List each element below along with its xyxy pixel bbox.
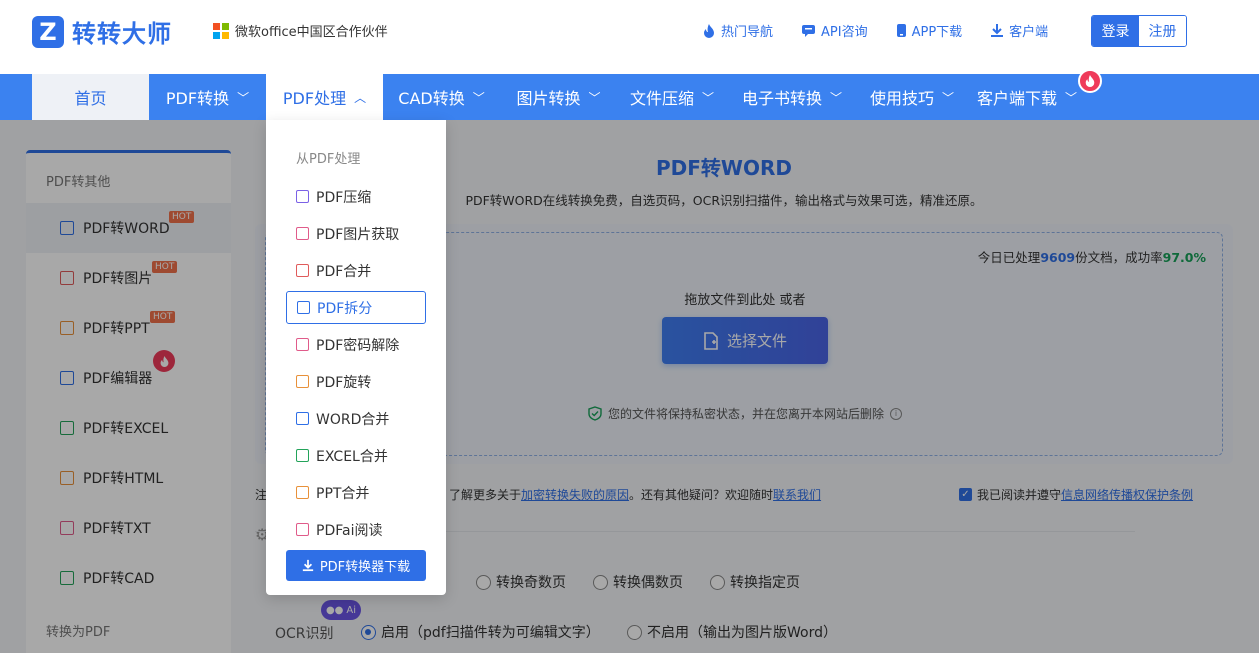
dropdown-item-pdf-unlock[interactable]: PDF密码解除 (286, 328, 426, 361)
dropdown-item-pdf-ai-read[interactable]: PDFai阅读 (286, 513, 426, 546)
download-icon (302, 559, 313, 572)
nav-item-client-download[interactable]: 客户端下载 ﹀ (967, 74, 1087, 120)
login-button[interactable]: 登录 (1092, 16, 1139, 46)
rotate-icon (296, 375, 309, 388)
hot-fire-icon (1078, 69, 1102, 93)
dropdown-item-label: PDF压缩 (316, 189, 372, 206)
dropdown-item-pdf-image-extract[interactable]: PDF图片获取 (286, 217, 426, 250)
ppt-merge-icon (296, 486, 309, 499)
nav-label: 文件压缩 (629, 89, 694, 108)
dropdown-item-label: PDF拆分 (317, 300, 373, 317)
chevron-down-icon: ﹀ (237, 90, 250, 105)
site-header: Z 转转大师 微软office中国区合作伙伴 热门导航 API咨询 APP下载 … (0, 0, 1259, 74)
nav-item-compress[interactable]: 文件压缩 ﹀ (617, 74, 727, 120)
toplink-app[interactable]: APP下载 (896, 21, 963, 40)
dropdown-heading: 从PDF处理 (296, 152, 361, 167)
chevron-up-icon: ︿ (354, 90, 367, 105)
toplink-api[interactable]: API咨询 (801, 21, 868, 40)
chat-icon (802, 24, 816, 37)
nav-item-pdf-convert[interactable]: PDF转换 ﹀ (149, 74, 266, 120)
dropdown-item-label: PDF合并 (316, 263, 372, 280)
converter-download-button[interactable]: PDF转换器下载 (286, 550, 426, 581)
dropdown-item-pdf-split[interactable]: PDF拆分 (286, 291, 426, 324)
auth-buttons: 登录 注册 (1091, 15, 1187, 47)
microsoft-logo-icon (213, 22, 229, 39)
excel-merge-icon (296, 449, 309, 462)
pdf-process-dropdown: 从PDF处理 PDF压缩 PDF图片获取 PDF合并 PDF拆分 PDF密码解除… (266, 120, 446, 595)
chevron-down-icon: ﹀ (942, 90, 955, 105)
dropdown-item-label: PDF图片获取 (316, 226, 400, 243)
dropdown-item-label: PDF旋转 (316, 374, 372, 391)
compress-icon (296, 190, 309, 203)
chevron-down-icon: ﹀ (1065, 90, 1078, 105)
image-icon (296, 227, 309, 240)
unlock-icon (296, 338, 309, 351)
toplink-label: 热门导航 (721, 25, 774, 40)
nav-label: 电子书转换 (741, 89, 822, 108)
toplink-label: APP下载 (911, 25, 963, 40)
nav-item-cad-convert[interactable]: CAD转换 ﹀ (383, 74, 500, 120)
modal-backdrop[interactable] (0, 120, 1259, 653)
nav-item-tips[interactable]: 使用技巧 ﹀ (857, 74, 967, 120)
nav-label: 图片转换 (516, 89, 581, 108)
nav-label: PDF转换 (165, 89, 230, 108)
dropdown-item-pdf-merge[interactable]: PDF合并 (286, 254, 426, 287)
site-logo[interactable]: Z 转转大师 (32, 14, 172, 49)
dropdown-item-label: PPT合并 (316, 485, 370, 502)
nav-item-ebook[interactable]: 电子书转换 ﹀ (727, 74, 857, 120)
nav-label: CAD转换 (398, 89, 465, 108)
nav-item-pdf-process[interactable]: PDF处理 ︿ (266, 74, 383, 120)
nav-label: PDF处理 (282, 89, 347, 108)
dropdown-item-label: WORD合并 (316, 411, 390, 428)
download-label: PDF转换器下载 (319, 560, 411, 575)
merge-icon (296, 264, 309, 277)
nav-item-home[interactable]: 首页 (32, 74, 149, 120)
fire-icon (704, 23, 714, 38)
phone-icon (896, 24, 906, 37)
toplink-label: 客户端 (1009, 25, 1049, 40)
main-nav: 首页 PDF转换 ﹀ PDF处理 ︿ CAD转换 ﹀ 图片转换 ﹀ 文件压缩 ﹀ 电子书转… (0, 74, 1259, 120)
ai-read-icon (296, 523, 309, 536)
dropdown-item-label: PDF密码解除 (316, 337, 400, 354)
dropdown-item-label: EXCEL合并 (316, 448, 388, 465)
toplink-client[interactable]: 客户端 (990, 21, 1048, 40)
partner-badge: 微软office中国区合作伙伴 (213, 21, 388, 40)
dropdown-item-ppt-merge[interactable]: PPT合并 (286, 476, 426, 509)
chevron-down-icon: ﹀ (588, 90, 601, 105)
split-icon (297, 301, 310, 314)
logo-mark-icon: Z (32, 15, 64, 48)
partner-text: 微软office中国区合作伙伴 (235, 25, 388, 40)
word-merge-icon (296, 412, 309, 425)
logo-text: 转转大师 (72, 20, 172, 48)
dropdown-item-word-merge[interactable]: WORD合并 (286, 402, 426, 435)
download-icon (991, 24, 1004, 37)
toplink-label: API咨询 (821, 25, 868, 40)
dropdown-item-label: PDFai阅读 (316, 522, 383, 539)
toplink-hot-nav[interactable]: 热门导航 (702, 21, 773, 40)
chevron-down-icon: ﹀ (830, 90, 843, 105)
top-links: 热门导航 API咨询 APP下载 客户端 (702, 21, 1076, 40)
register-button[interactable]: 注册 (1139, 16, 1186, 46)
dropdown-item-excel-merge[interactable]: EXCEL合并 (286, 439, 426, 472)
chevron-down-icon: ﹀ (472, 90, 485, 105)
chevron-down-icon: ﹀ (702, 90, 715, 105)
nav-label: 使用技巧 (869, 89, 934, 108)
dropdown-item-pdf-compress[interactable]: PDF压缩 (286, 180, 426, 213)
nav-label: 客户端下载 (976, 89, 1057, 108)
nav-label: 首页 (74, 89, 107, 108)
dropdown-item-pdf-rotate[interactable]: PDF旋转 (286, 365, 426, 398)
nav-item-image-convert[interactable]: 图片转换 ﹀ (500, 74, 617, 120)
